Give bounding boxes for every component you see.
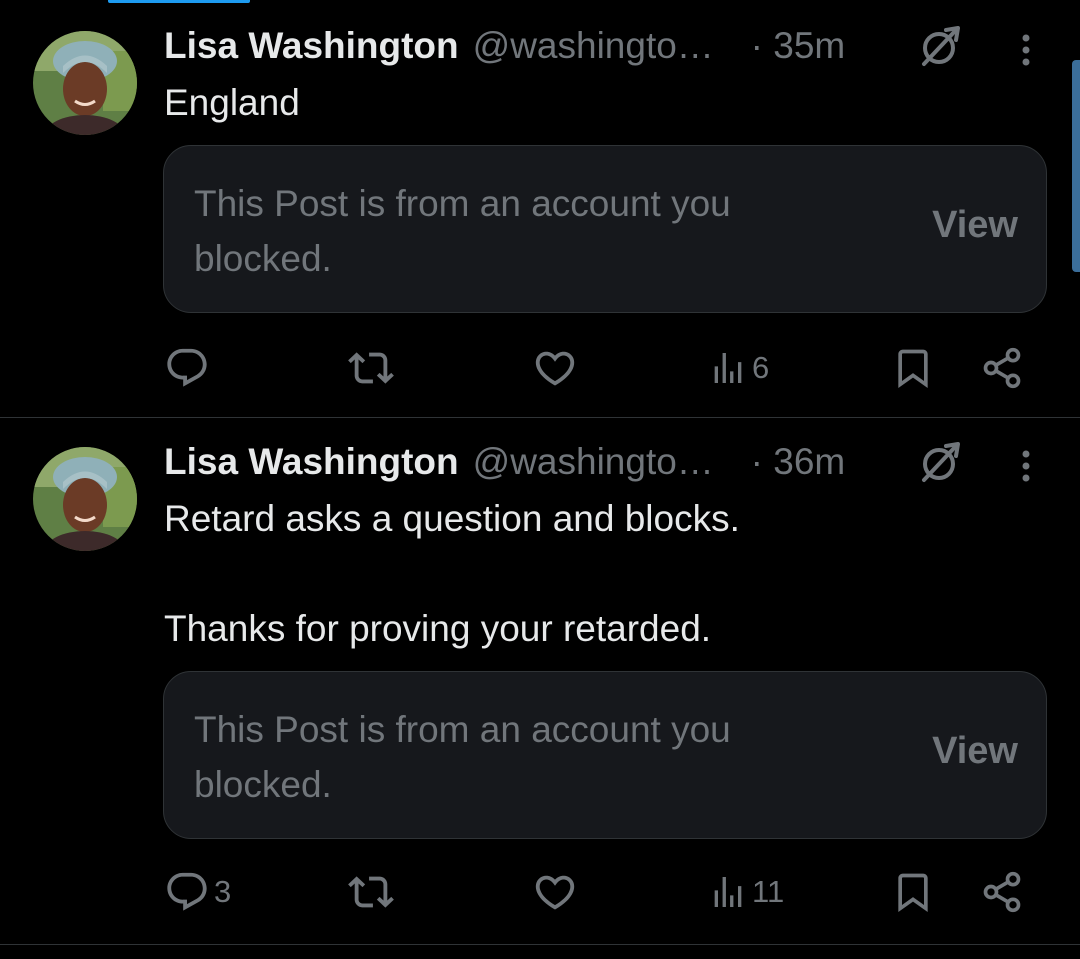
like-icon xyxy=(532,345,578,391)
reply-icon xyxy=(164,345,210,391)
post-time[interactable]: · 36m xyxy=(751,441,846,483)
post[interactable]: Lisa Washington @washingto… · 36m Retard… xyxy=(0,418,1080,944)
share-button[interactable] xyxy=(980,343,1024,393)
reply-button[interactable] xyxy=(164,343,214,393)
bookmark-icon xyxy=(891,346,935,390)
bookmark-icon xyxy=(891,870,935,914)
view-count: 11 xyxy=(752,874,785,909)
repost-button[interactable] xyxy=(348,867,394,917)
avatar[interactable] xyxy=(33,31,137,135)
repost-button[interactable] xyxy=(348,343,394,393)
avatar[interactable] xyxy=(33,447,137,551)
author-handle[interactable]: @washingto… xyxy=(473,25,739,67)
bookmark-button[interactable] xyxy=(891,867,935,917)
reply-count: 3 xyxy=(214,874,232,909)
action-bar: 3 11 xyxy=(0,867,1080,917)
post-divider xyxy=(0,944,1080,945)
avatar-image xyxy=(33,447,137,551)
repost-icon xyxy=(348,869,394,915)
avatar-image xyxy=(33,31,137,135)
share-icon xyxy=(980,346,1024,390)
author-handle[interactable]: @washingto… xyxy=(473,441,739,483)
more-icon[interactable] xyxy=(1012,30,1040,70)
views-icon xyxy=(708,872,748,912)
post[interactable]: Lisa Washington @washingto… · 35m Englan… xyxy=(0,0,1080,417)
grok-icon[interactable] xyxy=(916,440,962,486)
view-button[interactable]: View xyxy=(932,204,1018,247)
repost-icon xyxy=(348,345,394,391)
post-text: England xyxy=(164,82,300,123)
more-icon[interactable] xyxy=(1012,446,1040,486)
bookmark-button[interactable] xyxy=(891,343,935,393)
share-button[interactable] xyxy=(980,867,1024,917)
author-name[interactable]: Lisa Washington xyxy=(164,25,459,67)
views-icon xyxy=(708,348,748,388)
like-button[interactable] xyxy=(532,343,578,393)
views-button[interactable]: 6 xyxy=(708,343,769,393)
action-bar: 6 xyxy=(0,343,1080,393)
post-text: Retard asks a question and blocks. Thank… xyxy=(164,498,740,649)
blocked-post-card: This Post is from an account you blocked… xyxy=(163,145,1047,313)
post-time[interactable]: · 35m xyxy=(751,25,846,67)
like-button[interactable] xyxy=(532,867,578,917)
grok-icon[interactable] xyxy=(916,24,962,70)
share-icon xyxy=(980,870,1024,914)
view-count: 6 xyxy=(752,350,770,385)
reply-icon xyxy=(164,869,210,915)
view-button[interactable]: View xyxy=(932,730,1018,773)
views-button[interactable]: 11 xyxy=(708,867,784,917)
blocked-notice: This Post is from an account you blocked… xyxy=(194,183,731,279)
reply-button[interactable]: 3 xyxy=(164,867,231,917)
blocked-notice: This Post is from an account you blocked… xyxy=(194,709,731,805)
like-icon xyxy=(532,869,578,915)
blocked-post-card: This Post is from an account you blocked… xyxy=(163,671,1047,839)
author-name[interactable]: Lisa Washington xyxy=(164,441,459,483)
